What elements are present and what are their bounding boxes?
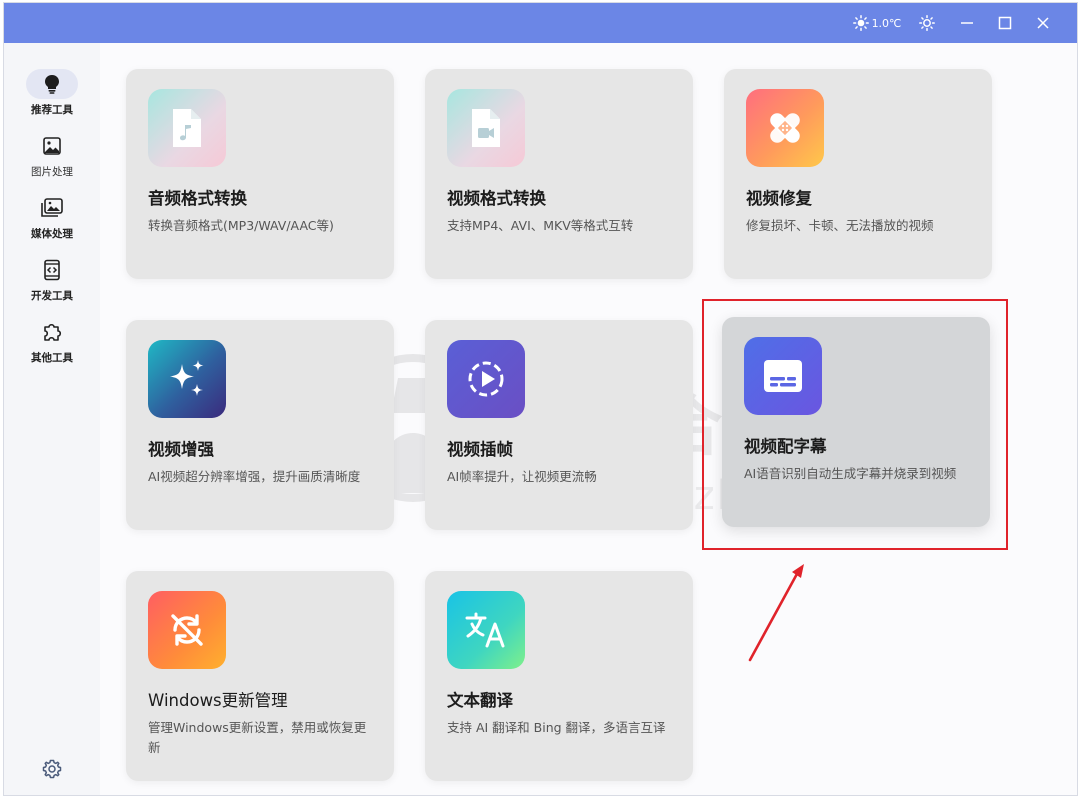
weather-temp: 1.0℃ [871, 16, 902, 30]
tool-card-video-enhance[interactable]: 视频增强 AI视频超分辨率增强，提升画质清晰度 [126, 320, 394, 530]
sidebar-item-other[interactable]: 其他工具 [12, 317, 92, 375]
title-bar: 1.0℃ [4, 3, 1077, 43]
sidebar-item-label: 开发工具 [31, 290, 73, 302]
tool-card-video-subtitle[interactable]: 视频配字幕 AI语音识别自动生成字幕并烧录到视频 [722, 317, 990, 527]
puzzle-icon [44, 323, 62, 341]
card-title: 视频格式转换 [447, 189, 546, 208]
theme-toggle-button[interactable] [914, 3, 940, 43]
maximize-icon [998, 16, 1012, 30]
tool-card-video-repair[interactable]: 视频修复 修复损坏、卡顿、无法播放的视频 [724, 69, 992, 279]
sidebar-item-dev[interactable]: 开发工具 [12, 255, 92, 313]
card-title: 视频插帧 [447, 440, 513, 459]
sidebar-item-media[interactable]: 媒体处理 [12, 193, 92, 251]
bandage-icon [770, 113, 800, 143]
card-title: 视频增强 [148, 440, 214, 459]
weather-widget[interactable]: 1.0℃ [850, 3, 904, 43]
card-desc: 管理Windows更新设置，禁用或恢复更新 [148, 720, 367, 755]
subtitle-icon [764, 360, 802, 392]
close-button[interactable] [1030, 3, 1056, 43]
tool-card-windows-update[interactable]: Windows更新管理 管理Windows更新设置，禁用或恢复更新 [126, 571, 394, 781]
sidebar-item-recommended[interactable]: 推荐工具 [12, 69, 92, 127]
translate-icon [465, 612, 505, 648]
audio-file-icon [173, 109, 201, 147]
card-desc: AI语音识别自动生成字幕并烧录到视频 [744, 466, 957, 481]
sparkle-icon [170, 360, 204, 396]
play-circle-icon [468, 361, 504, 397]
gear-icon [42, 759, 62, 779]
image-icon [43, 137, 61, 155]
close-icon [1037, 17, 1049, 29]
card-title: 文本翻译 [447, 691, 513, 710]
video-file-icon [472, 109, 500, 147]
card-title: 音频格式转换 [148, 189, 247, 208]
theme-icon [919, 15, 935, 31]
card-desc: 修复损坏、卡顿、无法播放的视频 [746, 218, 934, 233]
card-title: 视频修复 [746, 189, 812, 208]
sidebar: 推荐工具 图片处理 媒体处理 开发工具 其他工具 [4, 43, 100, 795]
sync-off-icon [171, 614, 203, 646]
sidebar-item-label: 其他工具 [31, 352, 73, 364]
media-icon [41, 198, 63, 217]
tool-card-video-convert[interactable]: 视频格式转换 支持MP4、AVI、MKV等格式互转 [425, 69, 693, 279]
sun-icon [852, 15, 869, 31]
card-desc: AI帧率提升，让视频更流畅 [447, 469, 597, 484]
maximize-button[interactable] [992, 3, 1018, 43]
lightbulb-icon [45, 75, 59, 94]
card-desc: AI视频超分辨率增强，提升画质清晰度 [148, 469, 361, 484]
settings-button[interactable] [40, 757, 64, 781]
app-window: 1.0℃ 推荐工具 图片处理 媒体处理 开发工具 其他工具 www.i3zh.c… [3, 2, 1078, 796]
tool-grid: i3综合社区 www.i3zh.com 音频格式转换 转换音频格式(MP3/WA… [100, 43, 1077, 795]
tool-card-frame-interpolation[interactable]: 视频插帧 AI帧率提升，让视频更流畅 [425, 320, 693, 530]
sidebar-item-image[interactable]: 图片处理 [12, 131, 92, 189]
tool-card-audio-convert[interactable]: 音频格式转换 转换音频格式(MP3/WAV/AAC等) [126, 69, 394, 279]
card-title: 视频配字幕 [744, 437, 827, 456]
card-desc: 支持MP4、AVI、MKV等格式互转 [447, 218, 634, 233]
code-icon [44, 259, 60, 281]
card-title: Windows更新管理 [148, 691, 288, 710]
sidebar-item-label: 图片处理 [31, 166, 73, 178]
minimize-icon [961, 22, 973, 24]
card-desc: 支持 AI 翻译和 Bing 翻译，多语言互译 [447, 720, 666, 735]
sidebar-item-label: 推荐工具 [31, 104, 73, 116]
card-desc: 转换音频格式(MP3/WAV/AAC等) [148, 218, 334, 233]
tool-card-text-translate[interactable]: 文本翻译 支持 AI 翻译和 Bing 翻译，多语言互译 [425, 571, 693, 781]
minimize-button[interactable] [954, 3, 980, 43]
sidebar-item-label: 媒体处理 [31, 228, 73, 240]
